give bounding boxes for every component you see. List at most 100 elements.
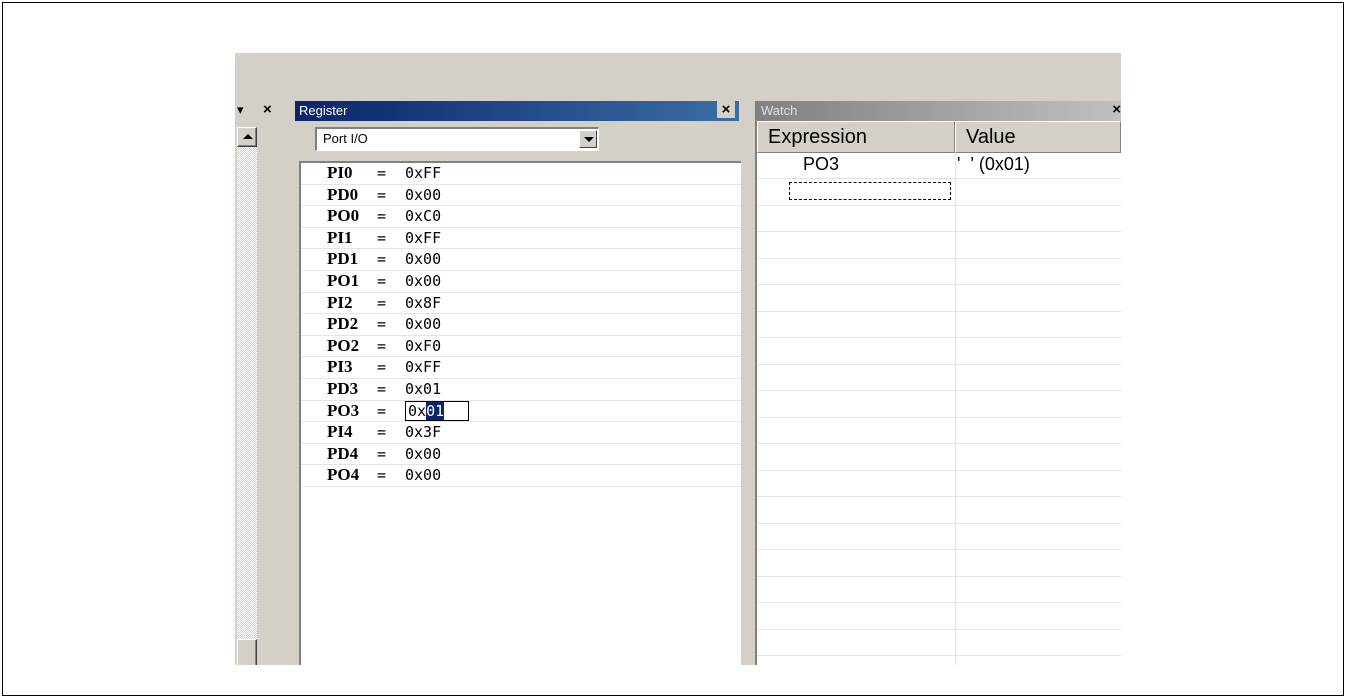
equals-sign: = xyxy=(377,466,387,485)
register-category-value: Port I/O xyxy=(323,131,368,146)
equals-sign: = xyxy=(377,207,387,226)
register-name: PO0 xyxy=(327,206,360,226)
watch-row[interactable] xyxy=(757,286,1121,312)
register-row[interactable]: PD1 = 0x00 xyxy=(301,249,741,271)
new-expression-field[interactable] xyxy=(789,181,951,200)
register-row[interactable]: PO2 = 0xF0 xyxy=(301,336,741,358)
register-row[interactable]: PD0 = 0x00 xyxy=(301,185,741,207)
register-value: 0xF0 xyxy=(405,336,442,355)
register-row[interactable]: PD4 = 0x00 xyxy=(301,444,741,466)
register-row[interactable]: PO4 = 0x00 xyxy=(301,465,741,487)
register-value: 0x00 xyxy=(405,466,442,485)
scroll-up-button[interactable] xyxy=(237,127,257,147)
edit-selection: 01 xyxy=(426,401,445,420)
watch-panel: Watch × Expression Value PO3 ' ' (0x01) xyxy=(755,101,1121,665)
register-name: PI0 xyxy=(327,163,353,182)
vertical-scrollbar[interactable] xyxy=(237,127,257,665)
equals-sign: = xyxy=(377,293,387,312)
equals-sign: = xyxy=(377,315,387,334)
watch-table[interactable]: Expression Value PO3 ' ' (0x01) xyxy=(755,121,1121,665)
watch-row[interactable] xyxy=(757,524,1121,550)
watch-row[interactable] xyxy=(757,577,1121,603)
register-row[interactable]: PI3 = 0xFF xyxy=(301,357,741,379)
watch-row[interactable] xyxy=(757,180,1121,206)
equals-sign: = xyxy=(377,401,387,420)
register-name: PO2 xyxy=(327,335,360,355)
register-value-editor[interactable]: 0x01 xyxy=(405,400,470,421)
register-title: Register xyxy=(299,103,348,118)
document-frame: ▾ × Register × Port I/O PI0 = 0xFF PD0 = 0x00… xyxy=(2,2,1344,696)
register-row[interactable]: PO0 = 0xC0 xyxy=(301,206,741,228)
chevron-down-icon[interactable]: ▾ xyxy=(237,102,244,118)
close-icon[interactable]: × xyxy=(717,101,735,118)
register-name: PI4 xyxy=(327,422,353,442)
register-name: PO3 xyxy=(327,400,360,420)
watch-value: ' ' (0x01) xyxy=(957,154,1030,174)
register-row[interactable]: PO3 = 0x01 xyxy=(301,400,741,423)
register-value: 0xC0 xyxy=(405,207,442,226)
equals-sign: = xyxy=(377,164,387,182)
watch-row[interactable] xyxy=(757,233,1121,259)
register-value: 0x00 xyxy=(405,271,442,290)
watch-row[interactable]: PO3 ' ' (0x01) xyxy=(757,153,1121,179)
column-header-expression[interactable]: Expression xyxy=(757,121,955,153)
watch-row[interactable] xyxy=(757,206,1121,232)
register-name: PD1 xyxy=(327,249,359,269)
register-value: 0xFF xyxy=(405,358,442,377)
register-row[interactable]: PI1 = 0xFF xyxy=(301,228,741,250)
register-name: PI3 xyxy=(327,357,353,377)
register-name: PI2 xyxy=(327,292,353,312)
register-row[interactable]: PI0 = 0xFF xyxy=(301,163,741,185)
register-category-select[interactable]: Port I/O xyxy=(315,127,599,151)
column-header-value[interactable]: Value xyxy=(955,121,1121,153)
watch-row[interactable] xyxy=(757,445,1121,471)
watch-row[interactable] xyxy=(757,312,1121,338)
watch-row[interactable] xyxy=(757,551,1121,577)
equals-sign: = xyxy=(377,358,387,377)
register-row[interactable]: PI2 = 0x8F xyxy=(301,293,741,315)
watch-row[interactable] xyxy=(757,418,1121,444)
register-name: PO4 xyxy=(327,465,360,485)
register-value: 0x00 xyxy=(405,444,442,463)
equals-sign: = xyxy=(377,185,387,204)
register-row[interactable]: PD2 = 0x00 xyxy=(301,314,741,336)
panel-splitter[interactable] xyxy=(741,101,755,665)
register-list[interactable]: PI0 = 0xFF PD0 = 0x00 PO0 = 0xC0 PI1 = 0xFF PD1 = 0x00… xyxy=(299,161,741,665)
register-name: PD3 xyxy=(327,378,359,398)
dropdown-button[interactable] xyxy=(579,130,597,148)
equals-sign: = xyxy=(377,271,387,290)
watch-row[interactable] xyxy=(757,259,1121,285)
register-row[interactable]: PO1 = 0x00 xyxy=(301,271,741,293)
register-value: 0xFF xyxy=(405,228,442,247)
register-name: PD4 xyxy=(327,443,359,463)
register-row[interactable]: PD3 = 0x01 xyxy=(301,379,741,401)
scroll-thumb[interactable] xyxy=(237,639,257,665)
register-row[interactable]: PI4 = 0x3F xyxy=(301,422,741,444)
watch-title-bar: Watch xyxy=(755,101,1121,121)
register-name: PD2 xyxy=(327,314,359,334)
equals-sign: = xyxy=(377,250,387,269)
watch-row[interactable] xyxy=(757,498,1121,524)
equals-sign: = xyxy=(377,336,387,355)
watch-row[interactable] xyxy=(757,339,1121,365)
chevron-down-icon xyxy=(584,137,594,142)
register-value: 0x00 xyxy=(405,185,442,204)
equals-sign: = xyxy=(377,423,387,442)
register-name: PD0 xyxy=(327,184,359,204)
register-value: 0x01 xyxy=(405,379,442,398)
watch-row[interactable] xyxy=(757,392,1121,418)
watch-row[interactable] xyxy=(757,365,1121,391)
watch-row[interactable] xyxy=(757,604,1121,630)
close-icon[interactable]: × xyxy=(263,101,272,118)
arrow-up-icon xyxy=(243,134,253,139)
watch-row[interactable] xyxy=(757,471,1121,497)
register-value: 0x3F xyxy=(405,423,442,442)
ide-screenshot: ▾ × Register × Port I/O PI0 = 0xFF PD0 = 0x00… xyxy=(235,53,1121,665)
watch-row[interactable] xyxy=(757,630,1121,656)
equals-sign: = xyxy=(377,228,387,247)
left-docked-panel: ▾ × xyxy=(235,101,292,665)
watch-title: Watch xyxy=(761,103,798,118)
close-icon[interactable]: × xyxy=(1112,101,1121,118)
left-panel-header: ▾ × xyxy=(235,101,292,121)
equals-sign: = xyxy=(377,379,387,398)
